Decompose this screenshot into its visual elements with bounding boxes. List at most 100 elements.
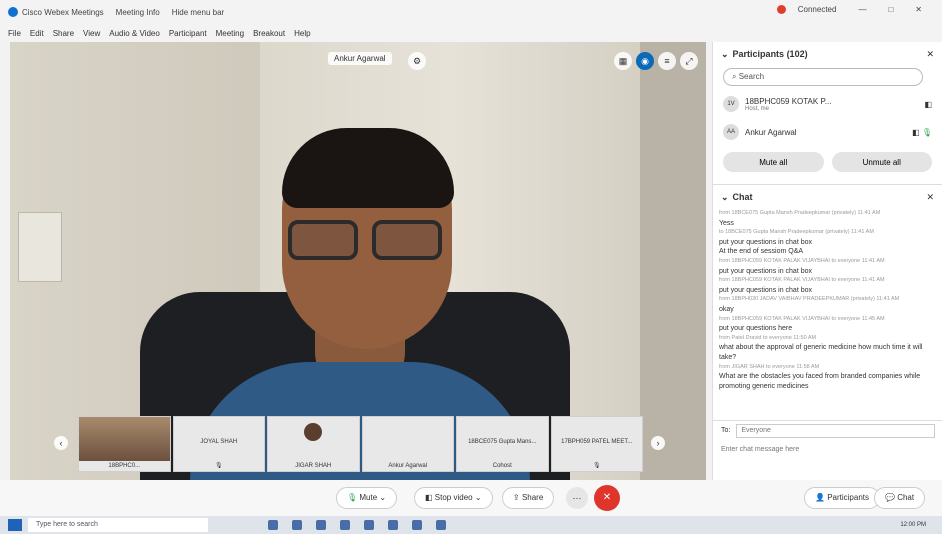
video-camera-icon: ◧ [425, 493, 433, 502]
chat-message: okay [719, 305, 734, 313]
chevron-down-icon: ⌄ [721, 48, 729, 59]
meeting-controls-bar: 🎙 Mute ⌄ ◧ Stop video ⌄ ⇪ Share ⋯ ✕ 👤 Pa… [0, 480, 942, 516]
search-icon: ⌕ [732, 72, 739, 81]
active-speaker-label: Ankur Agarwal [328, 52, 392, 65]
chat-button[interactable]: 💬 Chat [874, 487, 926, 509]
chat-message: put your questions here [719, 325, 793, 333]
menu-meeting[interactable]: Meeting [216, 29, 244, 38]
window-controls: Connected — □ ✕ [776, 5, 934, 15]
system-clock[interactable]: 12:00 PM [900, 522, 926, 529]
filmstrip-tile[interactable]: 18BPHC0... [78, 416, 171, 472]
filmstrip: 18BPHC0... JOYAL SHAH 🎙 JIGAR SHAH Ankur… [78, 416, 643, 472]
chat-recipient-row: To: Everyone [713, 420, 942, 440]
connection-icon [776, 5, 786, 15]
hide-menu-bar-button[interactable]: Hide menu bar [172, 8, 224, 17]
participant-row[interactable]: 1V 18BPHC059 KOTAK P... Host, me ◧ [713, 90, 942, 118]
webex-app-icon[interactable] [388, 520, 398, 530]
app-name: Cisco Webex Meetings [22, 7, 104, 17]
minimize-button[interactable]: — [858, 5, 866, 14]
mute-button[interactable]: 🎙 Mute ⌄ [336, 487, 398, 509]
more-options-icon[interactable]: ⋯ [566, 487, 588, 509]
avatar: 1V [723, 96, 739, 112]
people-icon: 👤 [815, 493, 825, 502]
filmstrip-tile[interactable]: Ankur Agarwal [361, 416, 454, 472]
chevron-down-icon: ⌄ [474, 493, 482, 502]
mute-controls: Mute all Unmute all [713, 146, 942, 178]
participant-name: 18BPHC059 KOTAK P... [745, 96, 832, 106]
menu-audio-video[interactable]: Audio & Video [109, 29, 160, 38]
chat-icon: 💬 [885, 493, 895, 502]
maximize-button[interactable]: □ [888, 5, 893, 14]
filmstrip-prev-icon[interactable]: ‹ [54, 436, 68, 450]
windows-start-icon[interactable] [8, 519, 22, 531]
chat-recipient-select[interactable]: Everyone [736, 423, 935, 438]
avatar [304, 423, 323, 441]
chevron-down-icon: ⌄ [379, 493, 387, 502]
close-button[interactable]: ✕ [915, 5, 922, 14]
mute-all-button[interactable]: Mute all [723, 152, 824, 172]
filmstrip-tile[interactable]: JOYAL SHAH 🎙 [172, 416, 265, 472]
stop-video-button[interactable]: ◧ Stop video ⌄ [414, 487, 493, 509]
speaker-options-icon[interactable]: ⚙ [408, 52, 426, 70]
layout-controls: ▦ ◉ ≡ ⤢ [614, 52, 698, 70]
main-video[interactable]: Ankur Agarwal ⚙ ▦ ◉ ≡ ⤢ ‹ 18BPHC0... JOY… [10, 42, 706, 480]
taskbar-apps [268, 520, 446, 530]
menu-view[interactable]: View [83, 29, 100, 38]
participants-search-input[interactable]: ⌕ Search [723, 68, 923, 86]
mic-muted-icon: 🎙 [592, 463, 601, 469]
menu-participant[interactable]: Participant [169, 29, 207, 38]
avatar: AA [723, 124, 739, 140]
chat-input[interactable]: Enter chat message here [721, 446, 799, 453]
participant-row[interactable]: AA Ankur Agarwal ◧ 🎙 [713, 118, 942, 146]
speaker-view-icon[interactable]: ◉ [636, 52, 654, 70]
close-panel-icon[interactable]: ✕ [926, 192, 934, 203]
participant-name: Ankur Agarwal [745, 127, 797, 137]
filmstrip-tile[interactable]: JIGAR SHAH [267, 416, 360, 472]
end-call-button[interactable]: ✕ [594, 485, 620, 511]
camera-icon[interactable]: ◧ [924, 100, 932, 109]
photos-icon[interactable] [364, 520, 374, 530]
webex-logo-icon [8, 7, 18, 17]
chat-message: put your questions in chat box [719, 286, 813, 294]
sidebar: ⌄ Participants (102) ✕ ⌕ Search 1V 18BPH… [712, 42, 942, 480]
stage-view-icon[interactable]: ≡ [658, 52, 676, 70]
menu-file[interactable]: File [8, 29, 21, 38]
filmstrip-tile[interactable]: 17BPH059 PATEL MEET... 🎙 [550, 416, 643, 472]
close-panel-icon[interactable]: ✕ [926, 49, 934, 60]
camera-icon[interactable]: ◧ 🎙 [912, 128, 932, 137]
edge-icon[interactable] [340, 520, 350, 530]
menu-bar: File Edit Share View Audio & Video Parti… [0, 24, 942, 42]
store-icon[interactable] [316, 520, 326, 530]
glasses [288, 220, 448, 262]
file-explorer-icon[interactable] [292, 520, 302, 530]
menu-breakout[interactable]: Breakout [253, 29, 285, 38]
meeting-info-button[interactable]: Meeting Info [116, 8, 160, 17]
menu-share[interactable]: Share [53, 29, 74, 38]
light-switch [18, 212, 62, 282]
title-bar: Cisco Webex Meetings Meeting Info Hide m… [0, 0, 942, 24]
chevron-down-icon: ⌄ [721, 191, 729, 202]
chat-message: put your questions in chat box [719, 238, 813, 246]
connection-status[interactable]: Connected [776, 5, 849, 15]
menu-edit[interactable]: Edit [30, 29, 44, 38]
taskbar-search-input[interactable]: Type here to search [28, 518, 208, 532]
task-view-icon[interactable] [268, 520, 278, 530]
participants-header[interactable]: ⌄ Participants (102) ✕ [713, 42, 942, 66]
grid-view-icon[interactable]: ▦ [614, 52, 632, 70]
share-button[interactable]: ⇪ Share [502, 487, 555, 509]
popout-icon[interactable]: ⤢ [680, 52, 698, 70]
chat-message: put your questions in chat box [719, 267, 813, 275]
share-icon: ⇪ [513, 493, 520, 502]
chat-message: Yess [719, 219, 734, 227]
chrome-icon[interactable] [412, 520, 422, 530]
filmstrip-next-icon[interactable]: › [651, 436, 665, 450]
chat-log[interactable]: from 18BCE075 Gupta Mansh Pradeepkumar (… [713, 209, 942, 449]
chat-header[interactable]: ⌄ Chat ✕ [713, 185, 942, 209]
filmstrip-tile[interactable]: 18BCE075 Gupta Mans... Cohost [456, 416, 549, 472]
word-icon[interactable] [436, 520, 446, 530]
chat-message: What are the obstacles you faced from br… [719, 373, 921, 390]
participants-button[interactable]: 👤 Participants [804, 487, 880, 509]
mic-muted-icon: 🎙 [214, 463, 223, 469]
menu-help[interactable]: Help [294, 29, 310, 38]
unmute-all-button[interactable]: Unmute all [831, 152, 932, 172]
